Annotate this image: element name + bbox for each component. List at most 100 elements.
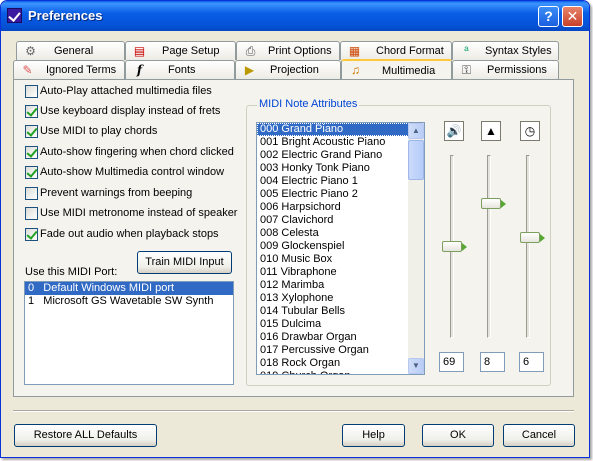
instrument-item[interactable]: 010 Music Box bbox=[257, 253, 409, 266]
preferences-window: Preferences ? ✕ ⚙ General ▤ Page Setup ⎙… bbox=[0, 0, 590, 458]
port-name: Default Windows MIDI port bbox=[43, 282, 175, 294]
stopwatch-slider-thumb[interactable] bbox=[520, 232, 545, 244]
tab-syntax-styles[interactable]: ª Syntax Styles bbox=[452, 41, 559, 60]
volume-icon: 🔊 bbox=[444, 121, 464, 141]
train-midi-button[interactable]: Train MIDI Input bbox=[137, 251, 232, 274]
instrument-item[interactable]: 007 Clavichord bbox=[257, 214, 409, 227]
instrument-item[interactable]: 003 Honky Tonk Piano bbox=[257, 162, 409, 175]
tab-label: Chord Format bbox=[376, 45, 444, 57]
port-number: 0 bbox=[28, 282, 35, 294]
tab-ignored-terms[interactable]: ✎ Ignored Terms bbox=[13, 60, 125, 79]
scroll-thumb[interactable] bbox=[408, 140, 424, 180]
port-name: Microsoft GS Wavetable SW Synth bbox=[43, 295, 214, 307]
font-icon: f bbox=[136, 63, 143, 77]
tab-multimedia[interactable]: ♫ Multimedia bbox=[341, 59, 452, 79]
tab-page-setup[interactable]: ▤ Page Setup bbox=[125, 41, 236, 60]
option-label: Prevent warnings from beeping bbox=[40, 187, 193, 199]
instrument-item[interactable]: 015 Dulcima bbox=[257, 318, 409, 331]
instrument-item[interactable]: 009 Glockenspiel bbox=[257, 240, 409, 253]
projector-icon: ▶ bbox=[244, 63, 255, 77]
list-item[interactable]: 0 Default Windows MIDI port bbox=[25, 282, 233, 295]
tab-label: Projection bbox=[270, 64, 319, 76]
tab-fonts[interactable]: f Fonts bbox=[125, 60, 235, 79]
instrument-item[interactable]: 017 Percussive Organ bbox=[257, 344, 409, 357]
instrument-item[interactable]: 004 Electric Piano 1 bbox=[257, 175, 409, 188]
checkbox[interactable] bbox=[25, 125, 38, 138]
instrument-item[interactable]: 018 Rock Organ bbox=[257, 357, 409, 370]
app-icon bbox=[7, 8, 22, 23]
printer-icon: ⎙ bbox=[245, 44, 256, 58]
tab-chord-format[interactable]: ▦ Chord Format bbox=[340, 41, 452, 60]
checkbox[interactable] bbox=[25, 146, 38, 159]
option-label: Fade out audio when playback stops bbox=[40, 228, 219, 240]
instrument-item[interactable]: 011 Vibraphone bbox=[257, 266, 409, 279]
port-number: 1 bbox=[28, 295, 35, 307]
eraser-icon: ✎ bbox=[22, 63, 33, 77]
page-setup-icon: ▤ bbox=[133, 44, 146, 58]
instrument-item[interactable]: 019 Church Organ bbox=[257, 370, 409, 374]
scroll-up-button[interactable]: ▲ bbox=[408, 123, 424, 139]
instrument-list[interactable]: 000 Grand Piano 001 Bright Acoustic Piano… bbox=[256, 122, 425, 375]
option-label: Use keyboard display instead of frets bbox=[40, 105, 221, 117]
tab-general[interactable]: ⚙ General bbox=[16, 41, 125, 60]
checkbox[interactable] bbox=[25, 166, 38, 179]
option-label: Use MIDI metronome instead of speaker bbox=[40, 207, 238, 219]
tab-label: Print Options bbox=[268, 45, 332, 57]
tab-label: Fonts bbox=[168, 64, 196, 76]
option-label: Auto-show fingering when chord clicked bbox=[40, 146, 234, 158]
close-button[interactable]: ✕ bbox=[562, 6, 583, 27]
stopwatch-value[interactable]: 6 bbox=[519, 352, 544, 372]
instrument-scrollbar[interactable]: ▲ ▼ bbox=[408, 123, 424, 374]
stopwatch-slider-track[interactable] bbox=[526, 155, 530, 338]
scroll-down-button[interactable]: ▼ bbox=[408, 358, 424, 374]
gear-icon: ⚙ bbox=[25, 44, 36, 58]
tab-label: Multimedia bbox=[382, 65, 436, 77]
metronome-slider-thumb[interactable] bbox=[481, 198, 506, 209]
title-bar[interactable]: Preferences ? ✕ bbox=[1, 1, 589, 31]
tab-permissions[interactable]: ⚿ Permissions bbox=[452, 60, 559, 79]
cancel-button[interactable]: Cancel bbox=[503, 424, 575, 447]
key-icon: ⚿ bbox=[461, 63, 472, 77]
metronome-slider-track[interactable] bbox=[487, 155, 491, 338]
help-title-button[interactable]: ? bbox=[538, 6, 559, 27]
instrument-items: 000 Grand Piano 001 Bright Acoustic Piano… bbox=[257, 123, 409, 374]
list-item[interactable]: 1 Microsoft GS Wavetable SW Synth bbox=[25, 295, 233, 308]
ok-button[interactable]: OK bbox=[422, 424, 494, 447]
chord-format-icon: ▦ bbox=[348, 44, 361, 58]
tab-label: Syntax Styles bbox=[485, 45, 552, 57]
restore-defaults-button[interactable]: Restore ALL Defaults bbox=[14, 424, 157, 447]
instrument-item[interactable]: 014 Tubular Bells bbox=[257, 305, 409, 318]
separator bbox=[13, 410, 574, 412]
instrument-item[interactable]: 006 Harpsichord bbox=[257, 201, 409, 214]
instrument-item[interactable]: 008 Celesta bbox=[257, 227, 409, 240]
instrument-item[interactable]: 005 Electric Piano 2 bbox=[257, 188, 409, 201]
midi-port-list[interactable]: 0 Default Windows MIDI port 1 Microsoft … bbox=[24, 281, 234, 385]
instrument-item[interactable]: 013 Xylophone bbox=[257, 292, 409, 305]
stopwatch-icon: ◷ bbox=[520, 121, 540, 141]
midi-port-label: Use this MIDI Port: bbox=[25, 266, 118, 278]
metronome-value[interactable]: 8 bbox=[480, 352, 505, 372]
instrument-item[interactable]: 002 Electric Grand Piano bbox=[257, 149, 409, 162]
instrument-item[interactable]: 001 Bright Acoustic Piano bbox=[257, 136, 409, 149]
option-label: Auto-show Multimedia control window bbox=[40, 166, 225, 178]
tab-label: Ignored Terms bbox=[46, 64, 117, 76]
instrument-item[interactable]: 016 Drawbar Organ bbox=[257, 331, 409, 344]
window-title: Preferences bbox=[28, 8, 103, 23]
checkbox[interactable] bbox=[25, 187, 38, 200]
group-title: MIDI Note Attributes bbox=[257, 98, 360, 110]
volume-value[interactable]: 69 bbox=[439, 352, 464, 372]
tab-print-options[interactable]: ⎙ Print Options bbox=[236, 41, 340, 60]
checkbox[interactable] bbox=[25, 105, 38, 118]
checkbox[interactable] bbox=[25, 207, 38, 220]
help-button[interactable]: Help bbox=[342, 424, 405, 447]
volume-slider-thumb[interactable] bbox=[442, 241, 467, 252]
tab-label: Permissions bbox=[487, 64, 547, 76]
music-note-icon: ♫ bbox=[351, 63, 360, 77]
checkbox[interactable] bbox=[25, 85, 38, 98]
metronome-icon: ▲ bbox=[481, 121, 501, 141]
checkbox[interactable] bbox=[25, 228, 38, 241]
instrument-item[interactable]: 012 Marimba bbox=[257, 279, 409, 292]
instrument-item[interactable]: 000 Grand Piano bbox=[257, 123, 409, 136]
tab-label: General bbox=[54, 45, 94, 57]
tab-projection[interactable]: ▶ Projection bbox=[235, 60, 341, 79]
